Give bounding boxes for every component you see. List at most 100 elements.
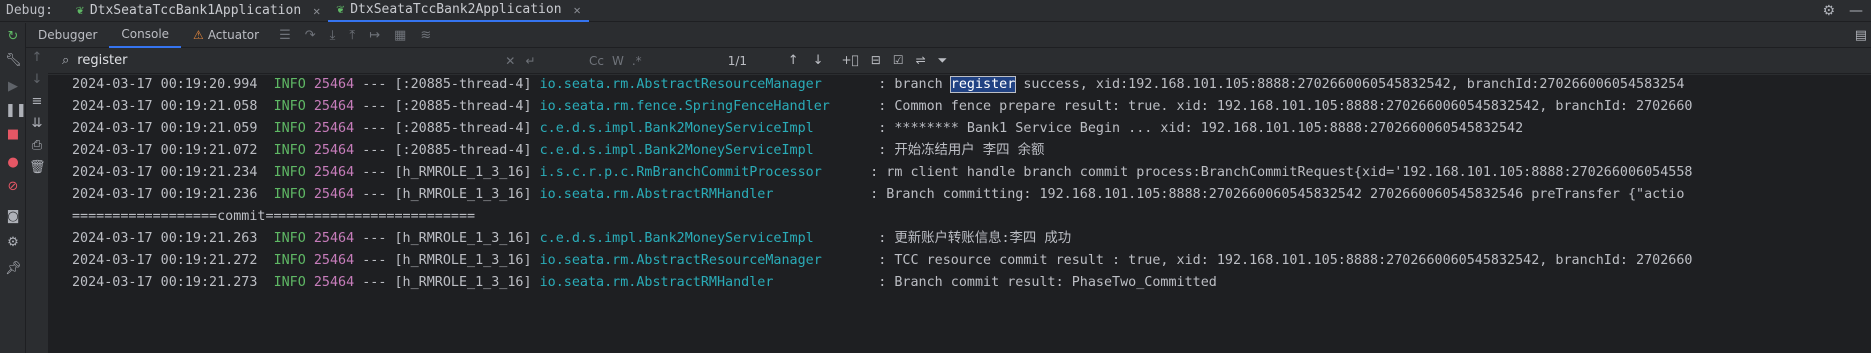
settings-icon[interactable]: ⚙	[5, 235, 21, 251]
log-pid: 25464	[313, 231, 355, 246]
log-logger[interactable]: c.e.d.s.impl.Bank2MoneyServiceImpl	[540, 121, 814, 136]
search-match-highlight: register	[949, 76, 1017, 93]
scroll-to-end-icon[interactable]: ⇊	[29, 116, 45, 132]
log-logger[interactable]: io.seata.rm.AbstractRMHandler	[540, 187, 774, 202]
run-tab-bank2[interactable]: ❦ DtxSeataTccBank2Application ✕	[328, 0, 589, 22]
rerun-icon[interactable]: ↻	[5, 29, 21, 45]
spring-boot-icon: ❦	[76, 3, 84, 18]
log-logger[interactable]: i.s.c.r.p.c.RmBranchCommitProcessor	[540, 165, 822, 180]
log-time: 2024-03-17 00:19:21.059	[72, 121, 258, 136]
tab-console[interactable]: Console	[109, 23, 182, 48]
next-match-icon[interactable]: ↓	[813, 53, 824, 68]
log-level: INFO	[273, 77, 306, 92]
log-logger[interactable]: io.seata.rm.fence.SpringFenceHandler	[540, 99, 830, 114]
view-breakpoints-icon[interactable]: ●	[5, 155, 21, 171]
log-level: INFO	[273, 187, 306, 202]
log-thread: --- [h_RMROLE_1_3_16]	[362, 231, 532, 246]
log-pid: 25464	[313, 253, 355, 268]
trash-icon[interactable]: 🗑︎	[29, 160, 46, 176]
close-icon[interactable]: ✕	[313, 4, 320, 18]
log-logger[interactable]: io.seata.rm.AbstractRMHandler	[540, 275, 774, 290]
debug-title: Debug:	[6, 3, 53, 18]
match-case-toggle[interactable]: Cc	[589, 54, 604, 68]
log-level: INFO	[273, 165, 306, 180]
close-icon[interactable]: ✕	[574, 3, 581, 17]
resume-icon[interactable]: ▶	[5, 79, 21, 95]
soft-wrap-icon[interactable]: ≡	[29, 94, 45, 110]
log-thread: --- [h_RMROLE_1_3_16]	[362, 187, 532, 202]
tab-label: Console	[121, 27, 170, 41]
add-selection-icon[interactable]: +⃒	[842, 53, 859, 68]
previous-match-icon[interactable]: ↑	[788, 53, 799, 68]
log-message: : Common fence prepare result: true. xid…	[878, 99, 1693, 114]
log-line: 2024-03-17 00:19:21.072 INFO 25464 --- […	[72, 141, 1044, 161]
select-all-icon[interactable]: ☑	[893, 53, 904, 68]
minimize-icon[interactable]: —	[1849, 3, 1863, 19]
regex-toggle[interactable]: .*	[632, 54, 642, 68]
log-line: 2024-03-17 00:19:21.236 INFO 25464 --- […	[72, 185, 1684, 205]
log-level: INFO	[273, 121, 306, 136]
search-field-wrapper: ⌕ ✕ ↵	[48, 48, 573, 74]
log-logger[interactable]: io.seata.rm.AbstractResourceManager	[540, 253, 822, 268]
pause-icon[interactable]: ❚❚	[5, 103, 27, 119]
tab-actuator[interactable]: ⚠ Actuator	[181, 23, 271, 48]
words-toggle[interactable]: W	[612, 54, 624, 68]
up-icon[interactable]: ↑	[29, 50, 45, 66]
log-line: 2024-03-17 00:19:21.058 INFO 25464 --- […	[72, 97, 1692, 117]
stop-icon[interactable]: ■	[5, 127, 21, 143]
log-thread: --- [h_RMROLE_1_3_16]	[362, 253, 532, 268]
log-time: 2024-03-17 00:19:21.263	[72, 231, 258, 246]
step-over-icon[interactable]: ↷	[305, 28, 316, 43]
log-thread: --- [:20885-thread-4]	[362, 121, 532, 136]
debug-panel-tabs: Debugger Console ⚠ Actuator ☰ ↷ ⤓ ⤒ ↦ ▦ …	[26, 23, 1871, 48]
console-search-bar: ⌕ ✕ ↵ Cc W .* 1/1 ↑ ↓ +⃒ ⊟ ☑ ⇌ ⏷	[48, 48, 1871, 74]
log-line: 2024-03-17 00:19:21.263 INFO 25464 --- […	[72, 229, 1071, 249]
mute-breakpoints-icon[interactable]: ⊘	[5, 179, 21, 195]
remove-selection-icon[interactable]: ⊟	[871, 53, 881, 68]
log-level: INFO	[273, 253, 306, 268]
log-logger[interactable]: c.e.d.s.impl.Bank2MoneyServiceImpl	[540, 143, 814, 158]
log-thread: --- [:20885-thread-4]	[362, 99, 532, 114]
log-message: : 开始冻结用户 李四 余额	[878, 143, 1045, 158]
run-tab-bank1[interactable]: ❦ DtxSeataTccBank1Application ✕	[68, 0, 328, 22]
print-icon[interactable]: ⎙	[29, 138, 45, 154]
log-logger[interactable]: c.e.d.s.impl.Bank2MoneyServiceImpl	[540, 231, 814, 246]
evaluate-icon[interactable]: ▦	[394, 28, 406, 43]
gear-icon[interactable]: ⚙	[1822, 3, 1835, 19]
log-line-separator: ==================commit================…	[72, 209, 476, 224]
open-in-window-icon[interactable]: ⇌	[916, 53, 926, 68]
log-message: : rm client handle branch commit process…	[870, 165, 1693, 180]
actuator-icon: ⚠	[193, 28, 204, 42]
log-logger[interactable]: io.seata.rm.AbstractResourceManager	[540, 77, 822, 92]
tab-debugger[interactable]: Debugger	[26, 23, 109, 48]
camera-icon[interactable]: ◙	[5, 209, 21, 225]
step-into-icon[interactable]: ⤓	[330, 28, 336, 43]
log-message: : 更新账户转账信息:李四 成功	[878, 231, 1072, 246]
log-message: : Branch committing: 192.168.101.105:888…	[870, 187, 1685, 202]
tab-label: Actuator	[207, 28, 260, 42]
search-icon: ⌕	[62, 53, 70, 68]
log-pid: 25464	[313, 275, 355, 290]
debug-side-toolbar: ↻ 🔧︎ ▶ ❚❚ ■ ● ⊘ ◙ ⚙ 📌︎	[0, 23, 27, 353]
log-time: 2024-03-17 00:19:20.994	[72, 77, 258, 92]
console-output[interactable]: 2024-03-17 00:19:20.994 INFO 25464 --- […	[48, 75, 1871, 353]
search-input[interactable]	[77, 53, 498, 68]
menu-icon[interactable]: ☰	[279, 28, 291, 43]
log-message: : branch	[878, 77, 951, 92]
filter-icon[interactable]: ⏷	[938, 53, 948, 68]
run-to-cursor-icon[interactable]: ↦	[369, 28, 380, 43]
log-message: : TCC resource commit result : true, xid…	[878, 253, 1693, 268]
pin-icon[interactable]: 📌︎	[5, 261, 22, 277]
wrench-icon[interactable]: 🔧︎	[5, 53, 22, 69]
clear-icon[interactable]: ✕	[505, 54, 515, 68]
trace-icon[interactable]: ≋	[420, 28, 431, 43]
log-pid: 25464	[313, 143, 355, 158]
log-message: : ******** Bank1 Service Begin ... xid: …	[878, 121, 1524, 136]
layout-icon[interactable]: ▤	[1855, 28, 1867, 43]
log-line: 2024-03-17 00:19:21.273 INFO 25464 --- […	[72, 273, 1217, 293]
step-out-icon[interactable]: ⤒	[349, 28, 355, 43]
down-icon[interactable]: ↓	[29, 72, 45, 88]
new-line-icon[interactable]: ↵	[525, 54, 535, 68]
log-time: 2024-03-17 00:19:21.272	[72, 253, 258, 268]
log-pid: 25464	[313, 121, 355, 136]
